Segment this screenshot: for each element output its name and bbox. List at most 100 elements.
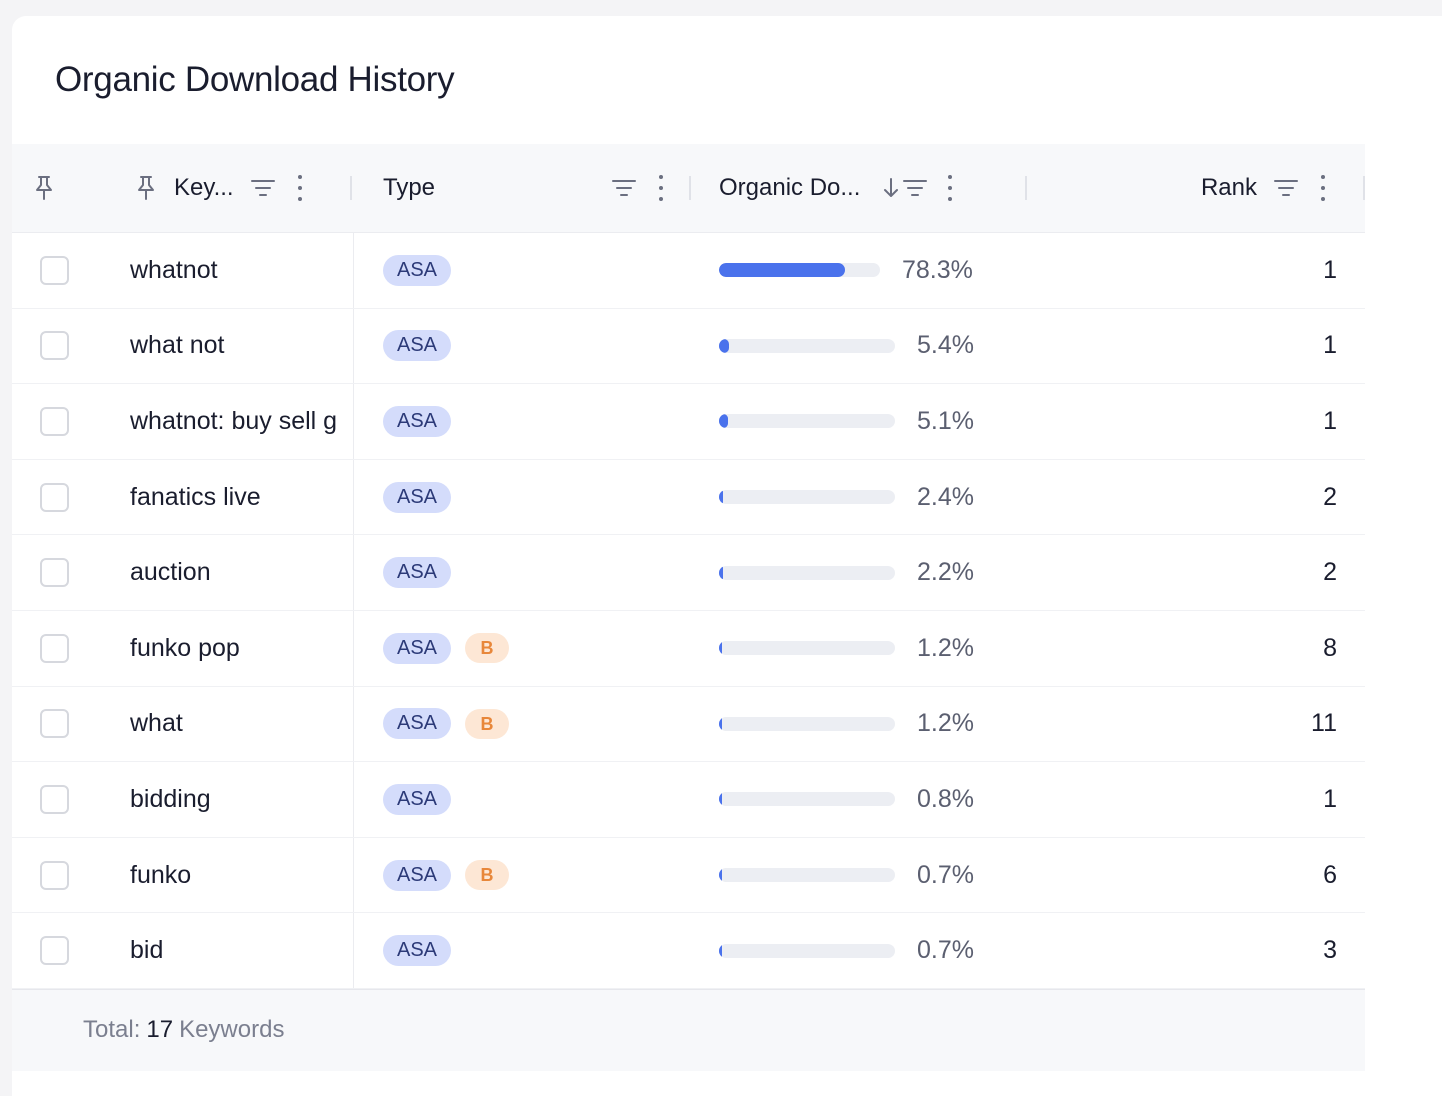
pin-column-header xyxy=(12,144,130,232)
keyword-cell: funko pop xyxy=(130,610,354,686)
table-row[interactable]: auction ASA 2.2% 2 xyxy=(12,535,1365,611)
keyword-text: whatnot: buy sell g xyxy=(130,406,338,435)
keyword-cell: whatnot xyxy=(130,233,354,308)
share-bar xyxy=(719,490,895,505)
column-menu-icon[interactable] xyxy=(946,175,954,201)
asa-badge: ASA xyxy=(383,405,452,437)
row-checkbox[interactable] xyxy=(40,709,69,739)
card-header: Organic Download History xyxy=(12,16,1442,144)
total-suffix: Keywords xyxy=(179,1016,285,1044)
share-bar xyxy=(719,565,895,580)
keyword-text: whatnot xyxy=(130,255,218,284)
row-checkbox[interactable] xyxy=(40,558,69,588)
keyword-text: what not xyxy=(130,331,225,360)
type-cell: ASA B xyxy=(354,611,691,686)
table-row[interactable]: funko pop ASA B 1.2% 8 xyxy=(12,610,1365,687)
share-bar-fill xyxy=(719,943,722,958)
row-checkbox[interactable] xyxy=(40,406,69,436)
rank-cell: 3 xyxy=(1027,913,1365,988)
type-column-label: Type xyxy=(383,174,436,201)
table-row[interactable]: bidding ASA 0.8% 1 xyxy=(12,762,1365,838)
rank-cell: 6 xyxy=(1027,838,1365,913)
column-menu-icon[interactable] xyxy=(1319,175,1327,201)
keyword-cell: auction xyxy=(130,535,354,610)
organic-cell: 0.7% xyxy=(691,913,1027,988)
type-cell: ASA xyxy=(354,384,691,459)
type-cell: ASA B xyxy=(354,838,691,913)
share-percent: 5.4% xyxy=(917,331,974,360)
total-count: 17 xyxy=(146,1016,174,1044)
keyword-cell: bid xyxy=(130,913,354,988)
row-select-cell xyxy=(12,762,130,837)
keyword-text: funko pop xyxy=(130,633,240,662)
keyword-cell: bidding xyxy=(130,762,354,837)
sort-descending-icon[interactable] xyxy=(882,176,900,200)
rank-cell: 2 xyxy=(1027,535,1365,610)
rank-cell: 8 xyxy=(1027,611,1365,686)
filter-icon[interactable] xyxy=(902,177,928,199)
column-resize-handle[interactable] xyxy=(1363,176,1365,200)
share-percent: 0.7% xyxy=(917,860,974,889)
rank-value: 11 xyxy=(1311,709,1337,738)
table-row[interactable]: what ASA B 1.2% 11 xyxy=(12,686,1365,763)
keyword-text: bid xyxy=(130,936,164,965)
table-row[interactable]: fanatics live ASA 2.4% 2 xyxy=(12,459,1365,536)
keyword-cell: funko xyxy=(130,837,354,913)
share-percent: 1.2% xyxy=(917,709,974,738)
filter-icon[interactable] xyxy=(1273,177,1299,199)
table-row[interactable]: funko ASA B 0.7% 6 xyxy=(12,837,1365,914)
filter-icon[interactable] xyxy=(250,177,276,199)
organic-cell: 0.8% xyxy=(691,762,1027,837)
pin-icon[interactable] xyxy=(32,174,56,202)
pin-icon[interactable] xyxy=(134,174,158,202)
row-select-cell xyxy=(12,838,130,913)
organic-cell: 2.4% xyxy=(691,460,1027,535)
organic-cell: 5.4% xyxy=(691,309,1027,384)
row-checkbox[interactable] xyxy=(40,482,69,512)
column-resize-handle[interactable] xyxy=(350,176,352,200)
organic-cell: 0.7% xyxy=(691,838,1027,913)
page-title: Organic Download History xyxy=(55,60,455,99)
rank-value: 8 xyxy=(1323,633,1337,662)
organic-column-header[interactable]: Organic Do... xyxy=(691,144,1027,232)
table-row[interactable]: bid ASA 0.7% 3 xyxy=(12,913,1365,989)
row-select-cell xyxy=(12,913,130,988)
row-checkbox[interactable] xyxy=(40,255,69,285)
share-bar-fill xyxy=(719,338,729,353)
rank-value: 3 xyxy=(1323,936,1337,965)
share-percent: 0.7% xyxy=(917,936,974,965)
row-checkbox[interactable] xyxy=(40,633,69,663)
keyword-column-header[interactable]: Key... xyxy=(130,144,354,232)
type-column-header[interactable]: Type xyxy=(354,144,691,232)
table-row[interactable]: whatnot ASA 78.3% 1 xyxy=(12,233,1365,309)
organic-cell: 1.2% xyxy=(691,687,1027,762)
share-bar xyxy=(719,263,880,278)
rank-value: 6 xyxy=(1323,860,1337,889)
row-checkbox[interactable] xyxy=(40,331,69,361)
table-row[interactable]: whatnot: buy sell g ASA 5.1% 1 xyxy=(12,384,1365,460)
row-checkbox[interactable] xyxy=(40,860,69,890)
organic-cell: 5.1% xyxy=(691,384,1027,459)
asa-badge: ASA xyxy=(383,481,452,513)
share-bar xyxy=(719,641,895,656)
share-percent: 2.4% xyxy=(917,482,974,511)
rank-column-header[interactable]: Rank xyxy=(1027,144,1365,232)
row-checkbox[interactable] xyxy=(40,936,69,966)
filter-icon[interactable] xyxy=(611,177,637,199)
asa-badge: ASA xyxy=(383,557,452,589)
keyword-cell: whatnot: buy sell g xyxy=(130,384,354,459)
brand-badge: B xyxy=(465,860,510,891)
keyword-cell: what xyxy=(130,686,354,762)
share-bar xyxy=(719,716,895,731)
asa-badge: ASA xyxy=(383,783,452,815)
total-label: Total: xyxy=(83,1016,141,1044)
share-bar xyxy=(719,943,895,958)
share-percent: 1.2% xyxy=(917,633,974,662)
column-menu-icon[interactable] xyxy=(296,175,304,201)
column-menu-icon[interactable] xyxy=(657,175,665,201)
share-bar-fill xyxy=(719,414,728,429)
keyword-cell: fanatics live xyxy=(130,459,354,535)
rank-cell: 2 xyxy=(1027,460,1365,535)
table-row[interactable]: what not ASA 5.4% 1 xyxy=(12,308,1365,385)
row-checkbox[interactable] xyxy=(40,784,69,814)
